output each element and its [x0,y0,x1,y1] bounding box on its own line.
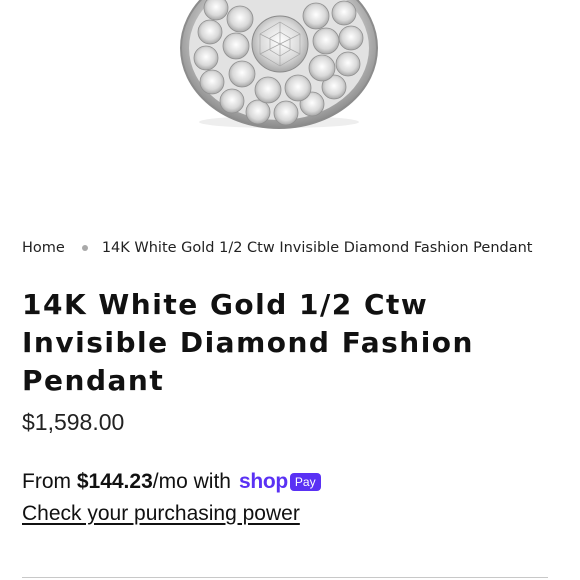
breadcrumb-separator-icon [81,245,88,251]
check-purchasing-power-link[interactable]: Check your purchasing power [22,502,300,526]
shop-pay-badge: Pay [289,473,321,491]
product-image [180,0,378,129]
product-price: $1,598.00 [22,409,125,435]
breadcrumb: Home 14K White Gold 1/2 Ctw Invisible Di… [22,240,532,256]
shop-pay-installments: From $144.23/mo with shop Pay [22,470,321,494]
shop-pay-logo-icon: shop [238,470,288,493]
installments-suffix: /mo with [152,470,231,493]
breadcrumb-home-link[interactable]: Home [22,240,65,256]
divider [22,577,548,578]
installments-prefix: From [22,470,71,493]
installments-amount: $144.23 [76,470,153,493]
product-title: 14K White Gold 1/2 Ctw Invisible Diamond… [22,288,474,397]
breadcrumb-current: 14K White Gold 1/2 Ctw Invisible Diamond… [101,240,533,256]
